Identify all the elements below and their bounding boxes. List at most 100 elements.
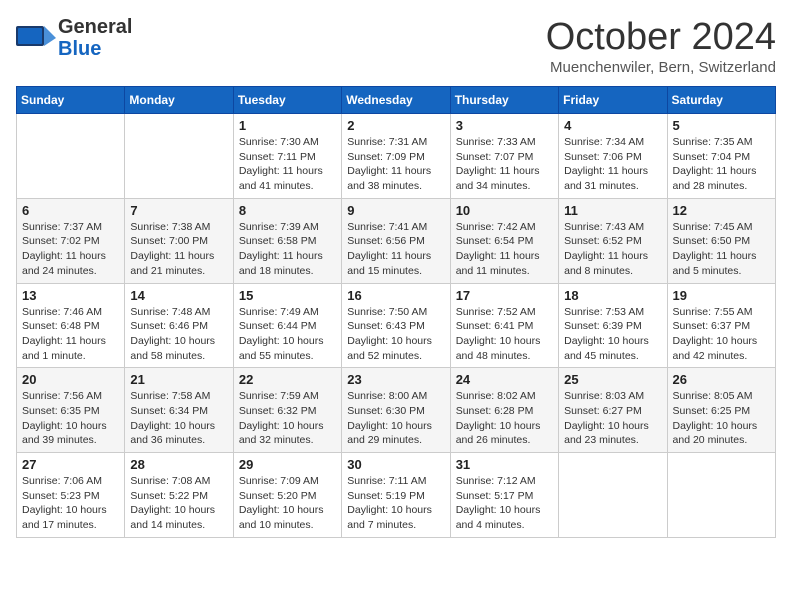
day-info: Sunrise: 7:34 AM Sunset: 7:06 PM Dayligh… <box>564 135 661 194</box>
calendar-cell: 10Sunrise: 7:42 AM Sunset: 6:54 PM Dayli… <box>450 198 558 283</box>
day-number: 26 <box>673 372 770 387</box>
day-number: 4 <box>564 118 661 133</box>
day-number: 2 <box>347 118 444 133</box>
day-info: Sunrise: 7:50 AM Sunset: 6:43 PM Dayligh… <box>347 305 444 364</box>
calendar-week-4: 20 Sunrise: 7:56 AM Sunset: 6:35 PM Dayli… <box>17 368 776 453</box>
day-number: 3 <box>456 118 553 133</box>
calendar-cell: 16Sunrise: 7:50 AM Sunset: 6:43 PM Dayli… <box>342 283 450 368</box>
day-info: Sunrise: 8:03 AM Sunset: 6:27 PM Dayligh… <box>564 389 661 448</box>
logo-general-text: General <box>58 16 132 38</box>
day-info: Sunrise: 7:48 AM Sunset: 6:46 PM Dayligh… <box>130 305 227 364</box>
calendar-cell: 15 Sunrise: 7:49 AM Sunset: 6:44 PM Dayli… <box>233 283 341 368</box>
logo-blue-text: Blue <box>58 38 132 60</box>
day-header-monday: Monday <box>125 87 233 114</box>
calendar-cell: 25 Sunrise: 8:03 AM Sunset: 6:27 PM Dayli… <box>559 368 667 453</box>
day-info: Sunrise: 7:46 AM Sunset: 6:48 PM Dayligh… <box>22 305 119 364</box>
day-number: 7 <box>130 203 227 218</box>
day-header-saturday: Saturday <box>667 87 775 114</box>
day-number: 21 <box>130 372 227 387</box>
location-text: Muenchenwiler, Bern, Switzerland <box>546 59 776 76</box>
calendar-cell: 18 Sunrise: 7:53 AM Sunset: 6:39 PM Dayli… <box>559 283 667 368</box>
day-info: Sunrise: 7:52 AM Sunset: 6:41 PM Dayligh… <box>456 305 553 364</box>
day-number: 18 <box>564 288 661 303</box>
day-number: 11 <box>564 203 661 218</box>
calendar-week-5: 27Sunrise: 7:06 AM Sunset: 5:23 PM Dayli… <box>17 453 776 538</box>
day-number: 19 <box>673 288 770 303</box>
day-info: Sunrise: 8:02 AM Sunset: 6:28 PM Dayligh… <box>456 389 553 448</box>
day-number: 15 <box>239 288 336 303</box>
calendar-week-2: 6 Sunrise: 7:37 AM Sunset: 7:02 PM Daylig… <box>17 198 776 283</box>
day-info: Sunrise: 7:43 AM Sunset: 6:52 PM Dayligh… <box>564 220 661 279</box>
day-info: Sunrise: 7:37 AM Sunset: 7:02 PM Dayligh… <box>22 220 119 279</box>
day-info: Sunrise: 7:49 AM Sunset: 6:44 PM Dayligh… <box>239 305 336 364</box>
calendar-cell: 8 Sunrise: 7:39 AM Sunset: 6:58 PM Daylig… <box>233 198 341 283</box>
month-title: October 2024 <box>546 16 776 59</box>
day-info: Sunrise: 7:42 AM Sunset: 6:54 PM Dayligh… <box>456 220 553 279</box>
day-info: Sunrise: 7:56 AM Sunset: 6:35 PM Dayligh… <box>22 389 119 448</box>
day-header-sunday: Sunday <box>17 87 125 114</box>
day-number: 20 <box>22 372 119 387</box>
calendar-cell: 23 Sunrise: 8:00 AM Sunset: 6:30 PM Dayli… <box>342 368 450 453</box>
calendar-header-row: SundayMondayTuesdayWednesdayThursdayFrid… <box>17 87 776 114</box>
calendar-cell: 7Sunrise: 7:38 AM Sunset: 7:00 PM Daylig… <box>125 198 233 283</box>
calendar-cell <box>125 114 233 199</box>
day-info: Sunrise: 7:06 AM Sunset: 5:23 PM Dayligh… <box>22 474 119 533</box>
day-number: 22 <box>239 372 336 387</box>
title-section: October 2024 Muenchenwiler, Bern, Switze… <box>546 16 776 76</box>
day-info: Sunrise: 8:00 AM Sunset: 6:30 PM Dayligh… <box>347 389 444 448</box>
day-header-tuesday: Tuesday <box>233 87 341 114</box>
day-info: Sunrise: 7:58 AM Sunset: 6:34 PM Dayligh… <box>130 389 227 448</box>
day-info: Sunrise: 7:11 AM Sunset: 5:19 PM Dayligh… <box>347 474 444 533</box>
calendar-cell: 2 Sunrise: 7:31 AM Sunset: 7:09 PM Daylig… <box>342 114 450 199</box>
calendar-cell: 1 Sunrise: 7:30 AM Sunset: 7:11 PM Daylig… <box>233 114 341 199</box>
page-header: General Blue October 2024 Muenchenwiler,… <box>16 16 776 76</box>
day-info: Sunrise: 7:41 AM Sunset: 6:56 PM Dayligh… <box>347 220 444 279</box>
day-info: Sunrise: 7:31 AM Sunset: 7:09 PM Dayligh… <box>347 135 444 194</box>
calendar-cell: 30 Sunrise: 7:11 AM Sunset: 5:19 PM Dayli… <box>342 453 450 538</box>
calendar-cell: 14Sunrise: 7:48 AM Sunset: 6:46 PM Dayli… <box>125 283 233 368</box>
calendar-cell: 11 Sunrise: 7:43 AM Sunset: 6:52 PM Dayli… <box>559 198 667 283</box>
day-number: 1 <box>239 118 336 133</box>
day-number: 8 <box>239 203 336 218</box>
day-info: Sunrise: 8:05 AM Sunset: 6:25 PM Dayligh… <box>673 389 770 448</box>
day-number: 29 <box>239 457 336 472</box>
day-header-thursday: Thursday <box>450 87 558 114</box>
day-info: Sunrise: 7:39 AM Sunset: 6:58 PM Dayligh… <box>239 220 336 279</box>
day-header-friday: Friday <box>559 87 667 114</box>
day-number: 17 <box>456 288 553 303</box>
calendar-cell: 5Sunrise: 7:35 AM Sunset: 7:04 PM Daylig… <box>667 114 775 199</box>
day-info: Sunrise: 7:12 AM Sunset: 5:17 PM Dayligh… <box>456 474 553 533</box>
day-info: Sunrise: 7:09 AM Sunset: 5:20 PM Dayligh… <box>239 474 336 533</box>
logo-icon <box>16 18 56 58</box>
day-number: 30 <box>347 457 444 472</box>
day-info: Sunrise: 7:55 AM Sunset: 6:37 PM Dayligh… <box>673 305 770 364</box>
day-number: 6 <box>22 203 119 218</box>
day-info: Sunrise: 7:33 AM Sunset: 7:07 PM Dayligh… <box>456 135 553 194</box>
day-info: Sunrise: 7:53 AM Sunset: 6:39 PM Dayligh… <box>564 305 661 364</box>
day-number: 24 <box>456 372 553 387</box>
day-header-wednesday: Wednesday <box>342 87 450 114</box>
day-number: 9 <box>347 203 444 218</box>
calendar-cell <box>667 453 775 538</box>
calendar-table: SundayMondayTuesdayWednesdayThursdayFrid… <box>16 86 776 538</box>
day-number: 31 <box>456 457 553 472</box>
day-info: Sunrise: 7:35 AM Sunset: 7:04 PM Dayligh… <box>673 135 770 194</box>
calendar-cell: 13Sunrise: 7:46 AM Sunset: 6:48 PM Dayli… <box>17 283 125 368</box>
calendar-cell <box>559 453 667 538</box>
day-info: Sunrise: 7:08 AM Sunset: 5:22 PM Dayligh… <box>130 474 227 533</box>
calendar-cell: 3 Sunrise: 7:33 AM Sunset: 7:07 PM Daylig… <box>450 114 558 199</box>
calendar-cell: 19 Sunrise: 7:55 AM Sunset: 6:37 PM Dayli… <box>667 283 775 368</box>
day-info: Sunrise: 7:30 AM Sunset: 7:11 PM Dayligh… <box>239 135 336 194</box>
calendar-cell: 20 Sunrise: 7:56 AM Sunset: 6:35 PM Dayli… <box>17 368 125 453</box>
day-number: 23 <box>347 372 444 387</box>
day-number: 28 <box>130 457 227 472</box>
day-info: Sunrise: 7:59 AM Sunset: 6:32 PM Dayligh… <box>239 389 336 448</box>
calendar-week-1: 1 Sunrise: 7:30 AM Sunset: 7:11 PM Daylig… <box>17 114 776 199</box>
calendar-cell: 17 Sunrise: 7:52 AM Sunset: 6:41 PM Dayli… <box>450 283 558 368</box>
calendar-cell: 28 Sunrise: 7:08 AM Sunset: 5:22 PM Dayli… <box>125 453 233 538</box>
calendar-cell: 6 Sunrise: 7:37 AM Sunset: 7:02 PM Daylig… <box>17 198 125 283</box>
calendar-cell: 22 Sunrise: 7:59 AM Sunset: 6:32 PM Dayli… <box>233 368 341 453</box>
day-number: 25 <box>564 372 661 387</box>
calendar-week-3: 13Sunrise: 7:46 AM Sunset: 6:48 PM Dayli… <box>17 283 776 368</box>
logo: General Blue <box>16 16 132 60</box>
